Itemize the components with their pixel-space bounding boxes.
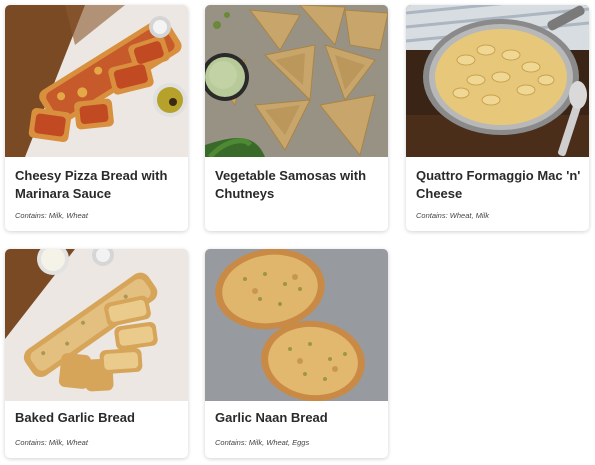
menu-card[interactable]: Quattro Formaggio Mac 'n' Cheese Contain… xyxy=(406,5,589,231)
allergen-info: Contains: Wheat, Milk xyxy=(416,211,489,220)
menu-item-title[interactable]: Vegetable Samosas with Chutneys xyxy=(215,167,381,203)
mac-and-cheese-image[interactable] xyxy=(406,5,589,157)
menu-item-title[interactable]: Quattro Formaggio Mac 'n' Cheese xyxy=(416,167,582,203)
menu-card[interactable]: Garlic Naan Bread Contains: Milk, Wheat,… xyxy=(205,249,388,458)
allergen-info: Contains: Milk, Wheat xyxy=(15,211,88,220)
samosas-image[interactable] xyxy=(205,5,388,157)
menu-card[interactable]: Vegetable Samosas with Chutneys xyxy=(205,5,388,231)
garlic-bread-image[interactable] xyxy=(5,249,188,401)
menu-card[interactable]: Cheesy Pizza Bread with Marinara Sauce C… xyxy=(5,5,188,231)
menu-item-title[interactable]: Garlic Naan Bread xyxy=(215,409,381,427)
allergen-info: Contains: Milk, Wheat, Eggs xyxy=(215,438,310,447)
menu-card[interactable]: Baked Garlic Bread Contains: Milk, Wheat xyxy=(5,249,188,458)
pizza-bread-image[interactable] xyxy=(5,5,188,157)
menu-grid: Cheesy Pizza Bread with Marinara Sauce C… xyxy=(0,0,595,465)
naan-bread-image[interactable] xyxy=(205,249,388,401)
allergen-info: Contains: Milk, Wheat xyxy=(15,438,88,447)
menu-item-title[interactable]: Cheesy Pizza Bread with Marinara Sauce xyxy=(15,167,181,203)
menu-item-title[interactable]: Baked Garlic Bread xyxy=(15,409,181,427)
